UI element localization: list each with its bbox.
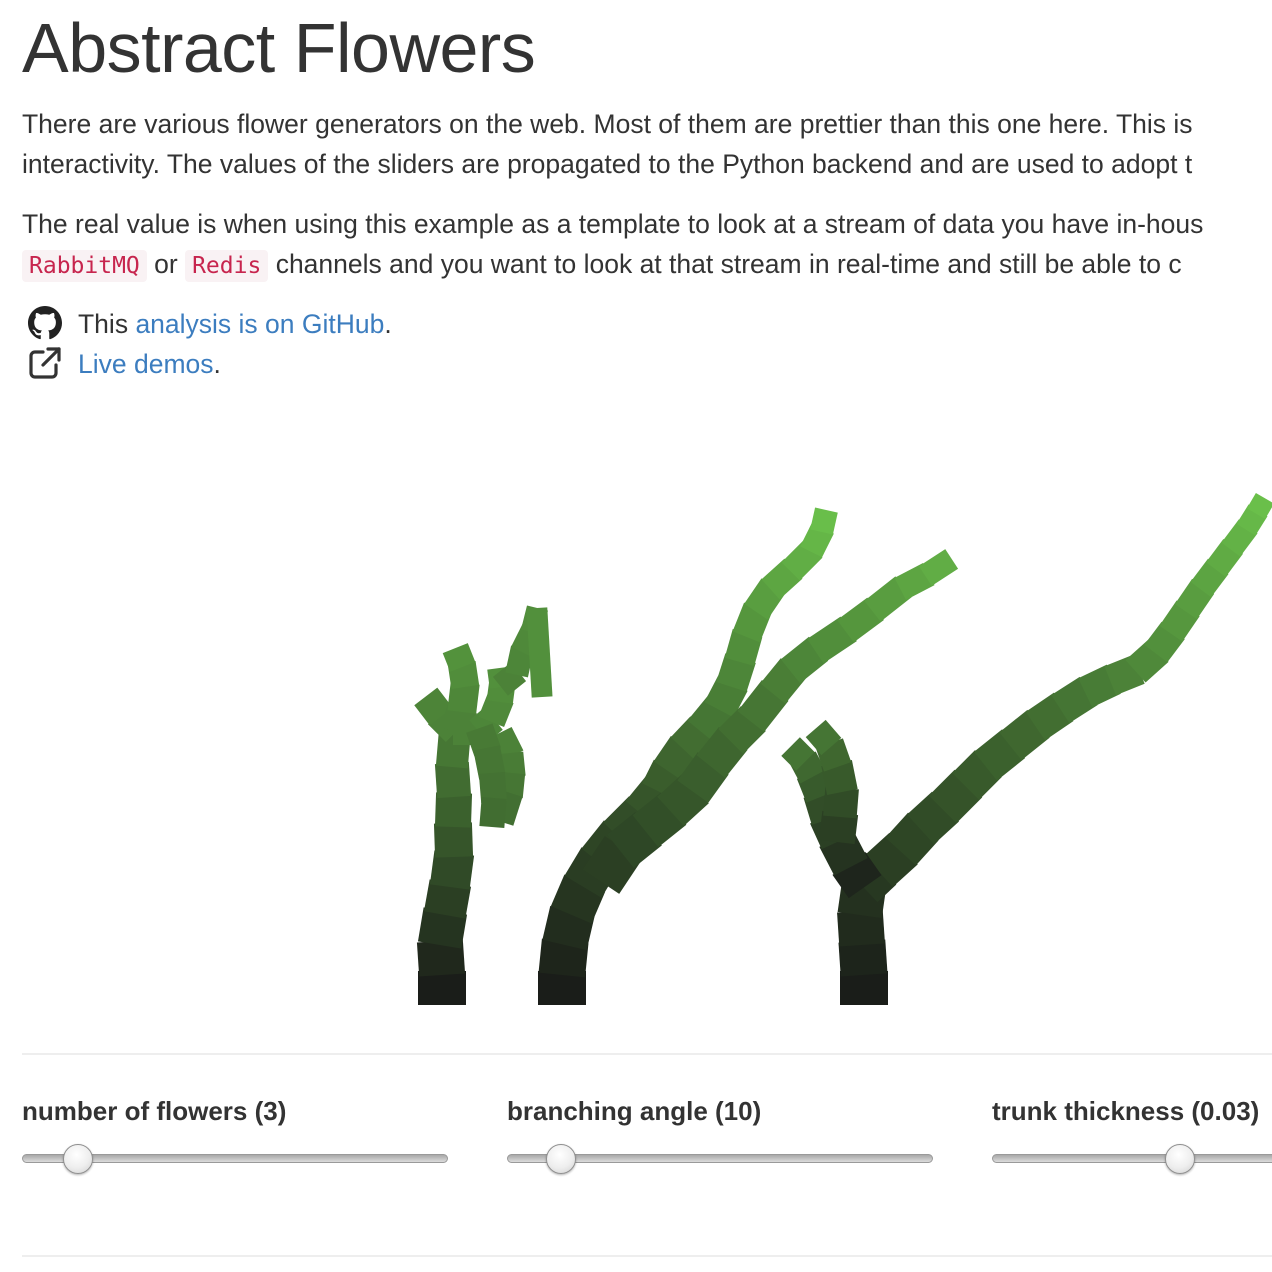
divider-bottom <box>22 1255 1272 1257</box>
slider-branching-angle[interactable]: branching angle (10) <box>507 1096 937 1174</box>
slider-trunk-thickness[interactable]: trunk thickness (0.03) <box>992 1096 1272 1174</box>
external-link-icon <box>28 346 62 380</box>
page: Abstract Flowers There are various flowe… <box>22 0 1272 1272</box>
github-icon <box>28 306 62 340</box>
slider-handle[interactable] <box>63 1144 94 1174</box>
github-suffix: . <box>384 309 392 339</box>
slider-handle[interactable] <box>1164 1144 1195 1174</box>
slider-label: trunk thickness (0.03) <box>992 1096 1260 1126</box>
demos-line: Live demos. <box>28 344 221 384</box>
template-line-2-rest: channels and you want to look at that st… <box>268 249 1182 279</box>
code-rabbitmq: RabbitMQ <box>22 250 147 282</box>
code-redis: Redis <box>185 250 269 282</box>
intro-line-2: interactivity. The values of the sliders… <box>22 149 1193 179</box>
slider-track[interactable] <box>992 1154 1272 1163</box>
github-line: This analysis is on GitHub. <box>28 304 392 344</box>
page-title: Abstract Flowers <box>22 9 536 87</box>
or-text: or <box>146 249 186 279</box>
plant-segment <box>433 822 474 858</box>
plant-segment <box>479 797 507 828</box>
slider-handle[interactable] <box>546 1144 576 1174</box>
divider-top <box>22 1053 1272 1055</box>
github-link[interactable]: analysis is on GitHub <box>135 309 384 339</box>
template-line-1: The real value is when using this exampl… <box>22 209 1204 239</box>
flowers-canvas <box>414 492 1272 1005</box>
plant-segment <box>526 607 553 698</box>
slider-number-of-flowers[interactable]: number of flowers (3) <box>22 1096 452 1174</box>
github-prefix: This <box>78 309 136 339</box>
slider-label: branching angle (10) <box>507 1096 762 1126</box>
demos-suffix: . <box>213 349 221 379</box>
template-paragraph: The real value is when using this exampl… <box>22 204 1203 286</box>
intro-paragraph: There are various flower generators on t… <box>22 104 1193 184</box>
live-demos-link[interactable]: Live demos <box>78 349 214 379</box>
intro-line-1: There are various flower generators on t… <box>22 109 1193 139</box>
slider-label: number of flowers (3) <box>22 1096 287 1126</box>
